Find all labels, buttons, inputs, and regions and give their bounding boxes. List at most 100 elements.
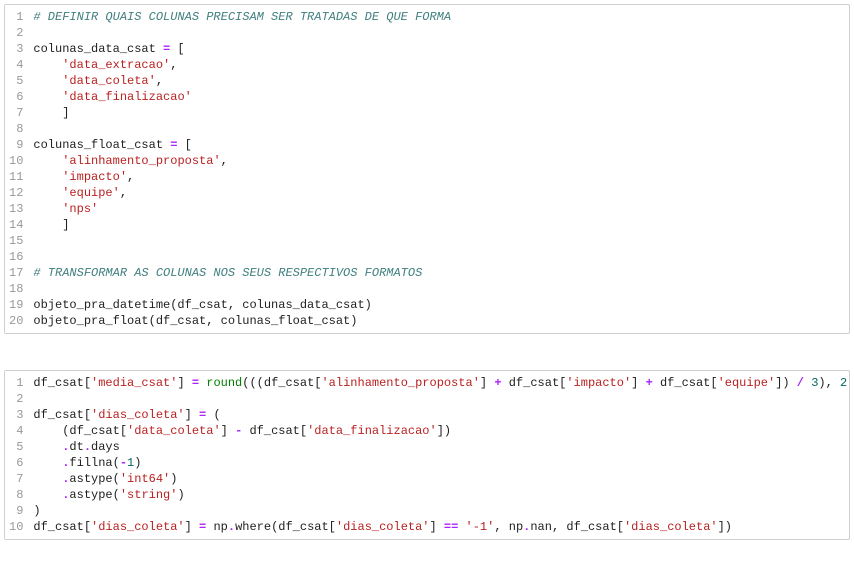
code-token: objeto_pra_datetime(df_csat, colunas_dat… xyxy=(33,298,371,312)
code-line[interactable] xyxy=(33,249,841,265)
code-token: 'equipe' xyxy=(718,376,776,390)
code-token: dt xyxy=(69,440,83,454)
code-line[interactable]: # TRANSFORMAR AS COLUNAS NOS SEUS RESPEC… xyxy=(33,265,841,281)
code-token: ]) xyxy=(437,424,451,438)
code-token: df_csat[ xyxy=(502,376,567,390)
line-number: 4 xyxy=(9,423,23,439)
code-line[interactable]: .fillna(-1) xyxy=(33,455,841,471)
line-number: 19 xyxy=(9,297,23,313)
code-token: 'dias_coleta' xyxy=(624,520,718,534)
code-token: 'data_coleta' xyxy=(62,74,156,88)
line-number: 16 xyxy=(9,249,23,265)
line-number: 1 xyxy=(9,9,23,25)
code-token: 'alinhamento_proposta' xyxy=(62,154,220,168)
code-line[interactable]: colunas_float_csat = [ xyxy=(33,137,841,153)
code-line[interactable]: objeto_pra_float(df_csat, colunas_float_… xyxy=(33,313,841,329)
line-number: 20 xyxy=(9,313,23,329)
code-token: 'media_csat' xyxy=(91,376,177,390)
code-line[interactable] xyxy=(33,233,841,249)
code-token: ] xyxy=(185,520,199,534)
code-line[interactable]: # DEFINIR QUAIS COLUNAS PRECISAM SER TRA… xyxy=(33,9,841,25)
code-token: 'dias_coleta' xyxy=(91,408,185,422)
code-token: ]) xyxy=(718,520,732,534)
line-number: 3 xyxy=(9,41,23,57)
code-token: (df_csat[ xyxy=(33,424,127,438)
code-token: == xyxy=(444,520,458,534)
line-number: 18 xyxy=(9,281,23,297)
code-token: ) xyxy=(134,456,141,470)
code-line[interactable]: colunas_data_csat = [ xyxy=(33,41,841,57)
code-line[interactable]: 'equipe', xyxy=(33,185,841,201)
code-line[interactable]: 'data_coleta', xyxy=(33,73,841,89)
code-token: round xyxy=(206,376,242,390)
code-line[interactable]: df_csat['dias_coleta'] = np.where(df_csa… xyxy=(33,519,841,535)
code-line[interactable]: ) xyxy=(33,503,841,519)
code-cell-2[interactable]: 12345678910 df_csat['media_csat'] = roun… xyxy=(4,370,850,540)
code-token xyxy=(33,170,62,184)
code-token: - xyxy=(120,456,127,470)
line-number: 4 xyxy=(9,57,23,73)
code-line[interactable] xyxy=(33,25,841,41)
code-token: , xyxy=(170,58,177,72)
code-line[interactable] xyxy=(33,121,841,137)
code-line[interactable] xyxy=(33,281,841,297)
line-number: 9 xyxy=(9,503,23,519)
code-token: ) xyxy=(177,488,184,502)
code-token: [ xyxy=(170,42,184,56)
code-line[interactable]: ] xyxy=(33,217,841,233)
code-line[interactable]: df_csat['dias_coleta'] = ( xyxy=(33,407,841,423)
code-editor-1[interactable]: # DEFINIR QUAIS COLUNAS PRECISAM SER TRA… xyxy=(29,5,849,333)
code-token: ] xyxy=(185,408,199,422)
line-number: 14 xyxy=(9,217,23,233)
code-token: ] xyxy=(33,218,69,232)
code-token: ) xyxy=(847,376,849,390)
code-token xyxy=(33,154,62,168)
code-token: df_csat[ xyxy=(242,424,307,438)
code-line[interactable]: 'data_extracao', xyxy=(33,57,841,73)
line-number: 6 xyxy=(9,455,23,471)
code-token: [ xyxy=(177,138,191,152)
code-line[interactable]: .astype('string') xyxy=(33,487,841,503)
code-line[interactable]: 'alinhamento_proposta', xyxy=(33,153,841,169)
code-line[interactable]: .astype('int64') xyxy=(33,471,841,487)
line-number: 5 xyxy=(9,73,23,89)
code-token: df_csat[ xyxy=(33,408,91,422)
code-token: fillna( xyxy=(69,456,119,470)
code-token xyxy=(33,440,62,454)
code-token: df_csat[ xyxy=(33,376,91,390)
cell-gap xyxy=(0,338,854,366)
code-token: ), xyxy=(818,376,840,390)
code-line[interactable]: df_csat['media_csat'] = round(((df_csat[… xyxy=(33,375,841,391)
code-token: ] xyxy=(33,106,69,120)
code-token: astype( xyxy=(69,488,119,502)
code-line[interactable]: ] xyxy=(33,105,841,121)
line-number: 12 xyxy=(9,185,23,201)
code-token: '-1' xyxy=(466,520,495,534)
code-line[interactable]: 'nps' xyxy=(33,201,841,217)
code-line[interactable]: .dt.days xyxy=(33,439,841,455)
code-token: 'data_finalizacao' xyxy=(62,90,192,104)
code-token: , xyxy=(221,154,228,168)
code-token: 'alinhamento_proposta' xyxy=(321,376,479,390)
code-token: , xyxy=(127,170,134,184)
code-line[interactable]: 'impacto', xyxy=(33,169,841,185)
code-token: + xyxy=(646,376,653,390)
code-token: , xyxy=(156,74,163,88)
code-token xyxy=(33,90,62,104)
code-editor-2[interactable]: df_csat['media_csat'] = round(((df_csat[… xyxy=(29,371,849,539)
code-token: 'string' xyxy=(120,488,178,502)
code-line[interactable] xyxy=(33,391,841,407)
code-cell-1[interactable]: 1234567891011121314151617181920 # DEFINI… xyxy=(4,4,850,334)
code-token xyxy=(33,202,62,216)
code-token: 'data_finalizacao' xyxy=(307,424,437,438)
code-token: , xyxy=(120,186,127,200)
code-token: 'data_extracao' xyxy=(62,58,170,72)
code-line[interactable]: (df_csat['data_coleta'] - df_csat['data_… xyxy=(33,423,841,439)
line-number: 2 xyxy=(9,391,23,407)
code-line[interactable]: objeto_pra_datetime(df_csat, colunas_dat… xyxy=(33,297,841,313)
code-token xyxy=(33,456,62,470)
code-token xyxy=(33,472,62,486)
code-line[interactable]: 'data_finalizacao' xyxy=(33,89,841,105)
line-number: 7 xyxy=(9,105,23,121)
code-token: df_csat[ xyxy=(33,520,91,534)
